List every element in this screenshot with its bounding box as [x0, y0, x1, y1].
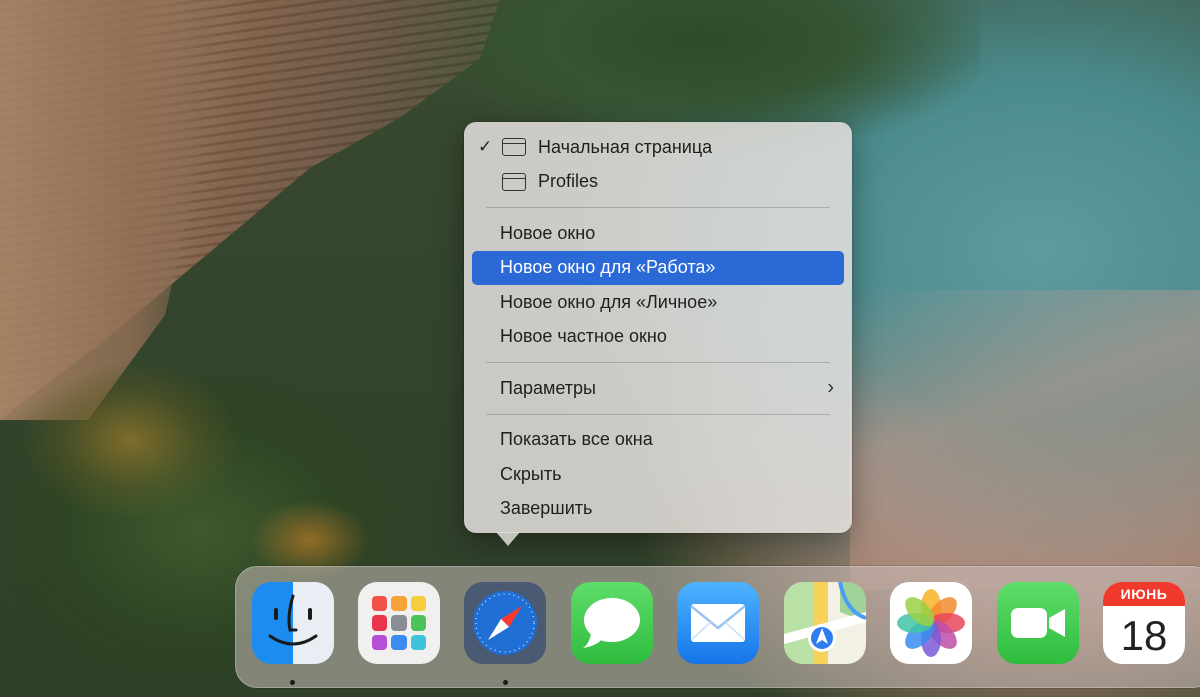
- wallpaper-shore: [850, 290, 1200, 590]
- menu-item-start-page[interactable]: ✓ Начальная страница: [472, 130, 844, 165]
- dock-app-maps[interactable]: [784, 582, 866, 664]
- dock-app-messages[interactable]: [571, 582, 653, 664]
- dock-app-facetime[interactable]: [997, 582, 1079, 664]
- menu-item-label: Параметры: [500, 377, 596, 398]
- launchpad-icon: [372, 596, 426, 650]
- messages-icon: [583, 598, 640, 648]
- chevron-right-icon: ›: [827, 376, 834, 399]
- calendar-month: ИЮНЬ: [1103, 582, 1185, 606]
- dock-app-mail[interactable]: [677, 582, 759, 664]
- dock-app-finder[interactable]: [252, 582, 334, 664]
- menu-item-label: Новое окно для «Личное»: [500, 291, 718, 312]
- menu-item-label: Показать все окна: [500, 429, 653, 450]
- window-icon: [502, 172, 526, 191]
- finder-icon: [268, 582, 318, 664]
- wallpaper-autumn-bush: [20, 360, 240, 520]
- menu-pointer-arrow: [496, 532, 520, 546]
- menu-item-label: Завершить: [500, 498, 593, 519]
- menu-separator: [486, 413, 830, 415]
- menu-item-label: Новое окно: [500, 222, 596, 243]
- safari-icon: [473, 591, 537, 655]
- menu-item-quit[interactable]: Завершить: [472, 492, 844, 527]
- dock-app-photos[interactable]: [890, 582, 972, 664]
- running-indicator-safari: [503, 680, 508, 685]
- menu-item-label: Скрыть: [500, 463, 562, 484]
- menu-item-show-all-windows[interactable]: Показать все окна: [472, 423, 844, 458]
- menu-item-new-private-window[interactable]: Новое частное окно: [472, 320, 844, 355]
- menu-item-label: Начальная страница: [538, 136, 713, 157]
- menu-item-new-window-personal[interactable]: Новое окно для «Личное»: [472, 285, 844, 320]
- facetime-icon: [1011, 608, 1065, 638]
- dock: ИЮНЬ 18: [235, 566, 1200, 688]
- menu-item-label: Новое частное окно: [500, 326, 667, 347]
- window-icon: [502, 138, 526, 157]
- menu-item-profiles[interactable]: Profiles: [472, 165, 844, 200]
- photos-icon: [897, 589, 965, 657]
- menu-item-new-window-work[interactable]: Новое окно для «Работа»: [472, 250, 844, 285]
- calendar-day: 18: [1120, 612, 1168, 659]
- dock-app-launchpad[interactable]: [358, 582, 440, 664]
- dock-context-menu: ✓ Начальная страница Profiles Новое окно…: [464, 122, 852, 533]
- maps-icon: [784, 582, 866, 664]
- checkmark-icon: ✓: [478, 137, 493, 157]
- dock-app-safari[interactable]: [464, 582, 546, 664]
- dock-app-calendar[interactable]: ИЮНЬ 18: [1103, 582, 1185, 664]
- menu-item-hide[interactable]: Скрыть: [472, 457, 844, 492]
- menu-item-new-window[interactable]: Новое окно: [472, 216, 844, 251]
- menu-item-options[interactable]: Параметры ›: [472, 371, 844, 406]
- running-indicator-finder: [290, 680, 295, 685]
- menu-separator: [486, 362, 830, 363]
- mail-icon: [690, 604, 746, 642]
- menu-separator: [486, 207, 830, 208]
- menu-item-label: Новое окно для «Работа»: [500, 257, 716, 278]
- menu-item-label: Profiles: [538, 171, 599, 192]
